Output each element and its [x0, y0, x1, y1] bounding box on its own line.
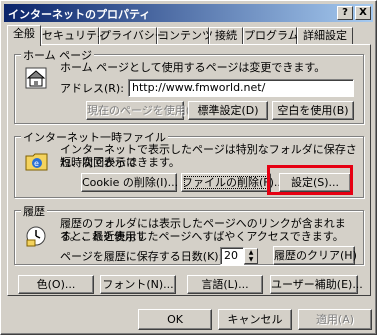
tab-general[interactable]: 全般: [7, 25, 41, 46]
home-page-description: ホーム ページとして使用するページは変更できます。: [60, 61, 326, 74]
help-button[interactable]: ?: [337, 6, 353, 20]
spin-down-icon[interactable]: ▼: [245, 256, 257, 263]
tab-bar: 全般 セキュリティ プライバシー コンテンツ 接続 プログラム 詳細設定: [7, 25, 371, 46]
colors-button[interactable]: 色(O)...: [18, 275, 94, 294]
history-group-label: 履歴: [21, 203, 47, 219]
folder-ie-icon: e: [25, 153, 48, 171]
home-icon: [25, 67, 47, 89]
ok-button[interactable]: OK: [138, 309, 212, 330]
delete-files-button[interactable]: ファイルの削除(F)...: [181, 173, 284, 192]
delete-cookies-button[interactable]: Cookie の削除(I)...: [81, 173, 178, 192]
apply-button[interactable]: 適用(A): [298, 309, 372, 330]
use-default-button[interactable]: 標準設定(D): [188, 101, 268, 120]
general-tab-panel: ホーム ページ ホーム ページとして使用するページは変更できます。 アドレス(R…: [7, 44, 371, 296]
cancel-button[interactable]: キャンセル: [218, 309, 292, 330]
properties-window: インターネットのプロパティ ? X 全般 セキュリティ プライバシー コンテンツ…: [0, 0, 377, 335]
fonts-button[interactable]: フォント(N)...: [100, 275, 176, 294]
history-group: 履歴 履歴のフォルダには表示したページへのリンクが含まれます。これを使用す ると…: [14, 203, 364, 265]
tab-connections[interactable]: 接続: [209, 27, 243, 45]
history-icon: [26, 226, 46, 247]
tab-advanced[interactable]: 詳細設定: [297, 27, 353, 45]
languages-button[interactable]: 言語(L)...: [187, 275, 263, 294]
clear-history-button[interactable]: 履歴のクリア(H): [273, 246, 357, 265]
tab-programs[interactable]: プログラム: [243, 27, 299, 45]
use-current-button[interactable]: 現在のページを使用(C): [86, 101, 202, 120]
tab-privacy[interactable]: プライバシー: [99, 27, 166, 45]
home-page-group: ホーム ページ ホーム ページとして使用するページは変更できます。 アドレス(R…: [14, 47, 364, 124]
spin-up-icon[interactable]: ▲: [245, 249, 257, 256]
use-blank-button[interactable]: 空白を使用(B): [272, 101, 354, 120]
history-days-spinner[interactable]: ▲ ▼: [244, 248, 258, 264]
accessibility-button[interactable]: ユーザー補助(E)...: [270, 275, 363, 294]
title-bar[interactable]: インターネットのプロパティ ? X: [4, 4, 373, 22]
tab-security[interactable]: セキュリティ: [41, 27, 107, 45]
settings-highlight-box: [267, 165, 353, 195]
history-description-line2: ると、最近表示したページへすばやくアクセスできます。: [60, 230, 344, 243]
svg-text:e: e: [34, 159, 39, 168]
address-label: アドレス(R):: [60, 82, 124, 95]
history-days-input[interactable]: 20: [220, 247, 244, 265]
close-button[interactable]: X: [355, 6, 371, 20]
temp-description-line2: 短時間で表示できます。: [60, 156, 180, 169]
history-days-label: ページを履歴に保存する日数(K):: [60, 250, 223, 263]
tab-content[interactable]: コンテンツ: [157, 27, 213, 45]
address-input[interactable]: http://www.fmworld.net/: [128, 79, 354, 97]
window-title: インターネットのプロパティ: [8, 8, 151, 21]
